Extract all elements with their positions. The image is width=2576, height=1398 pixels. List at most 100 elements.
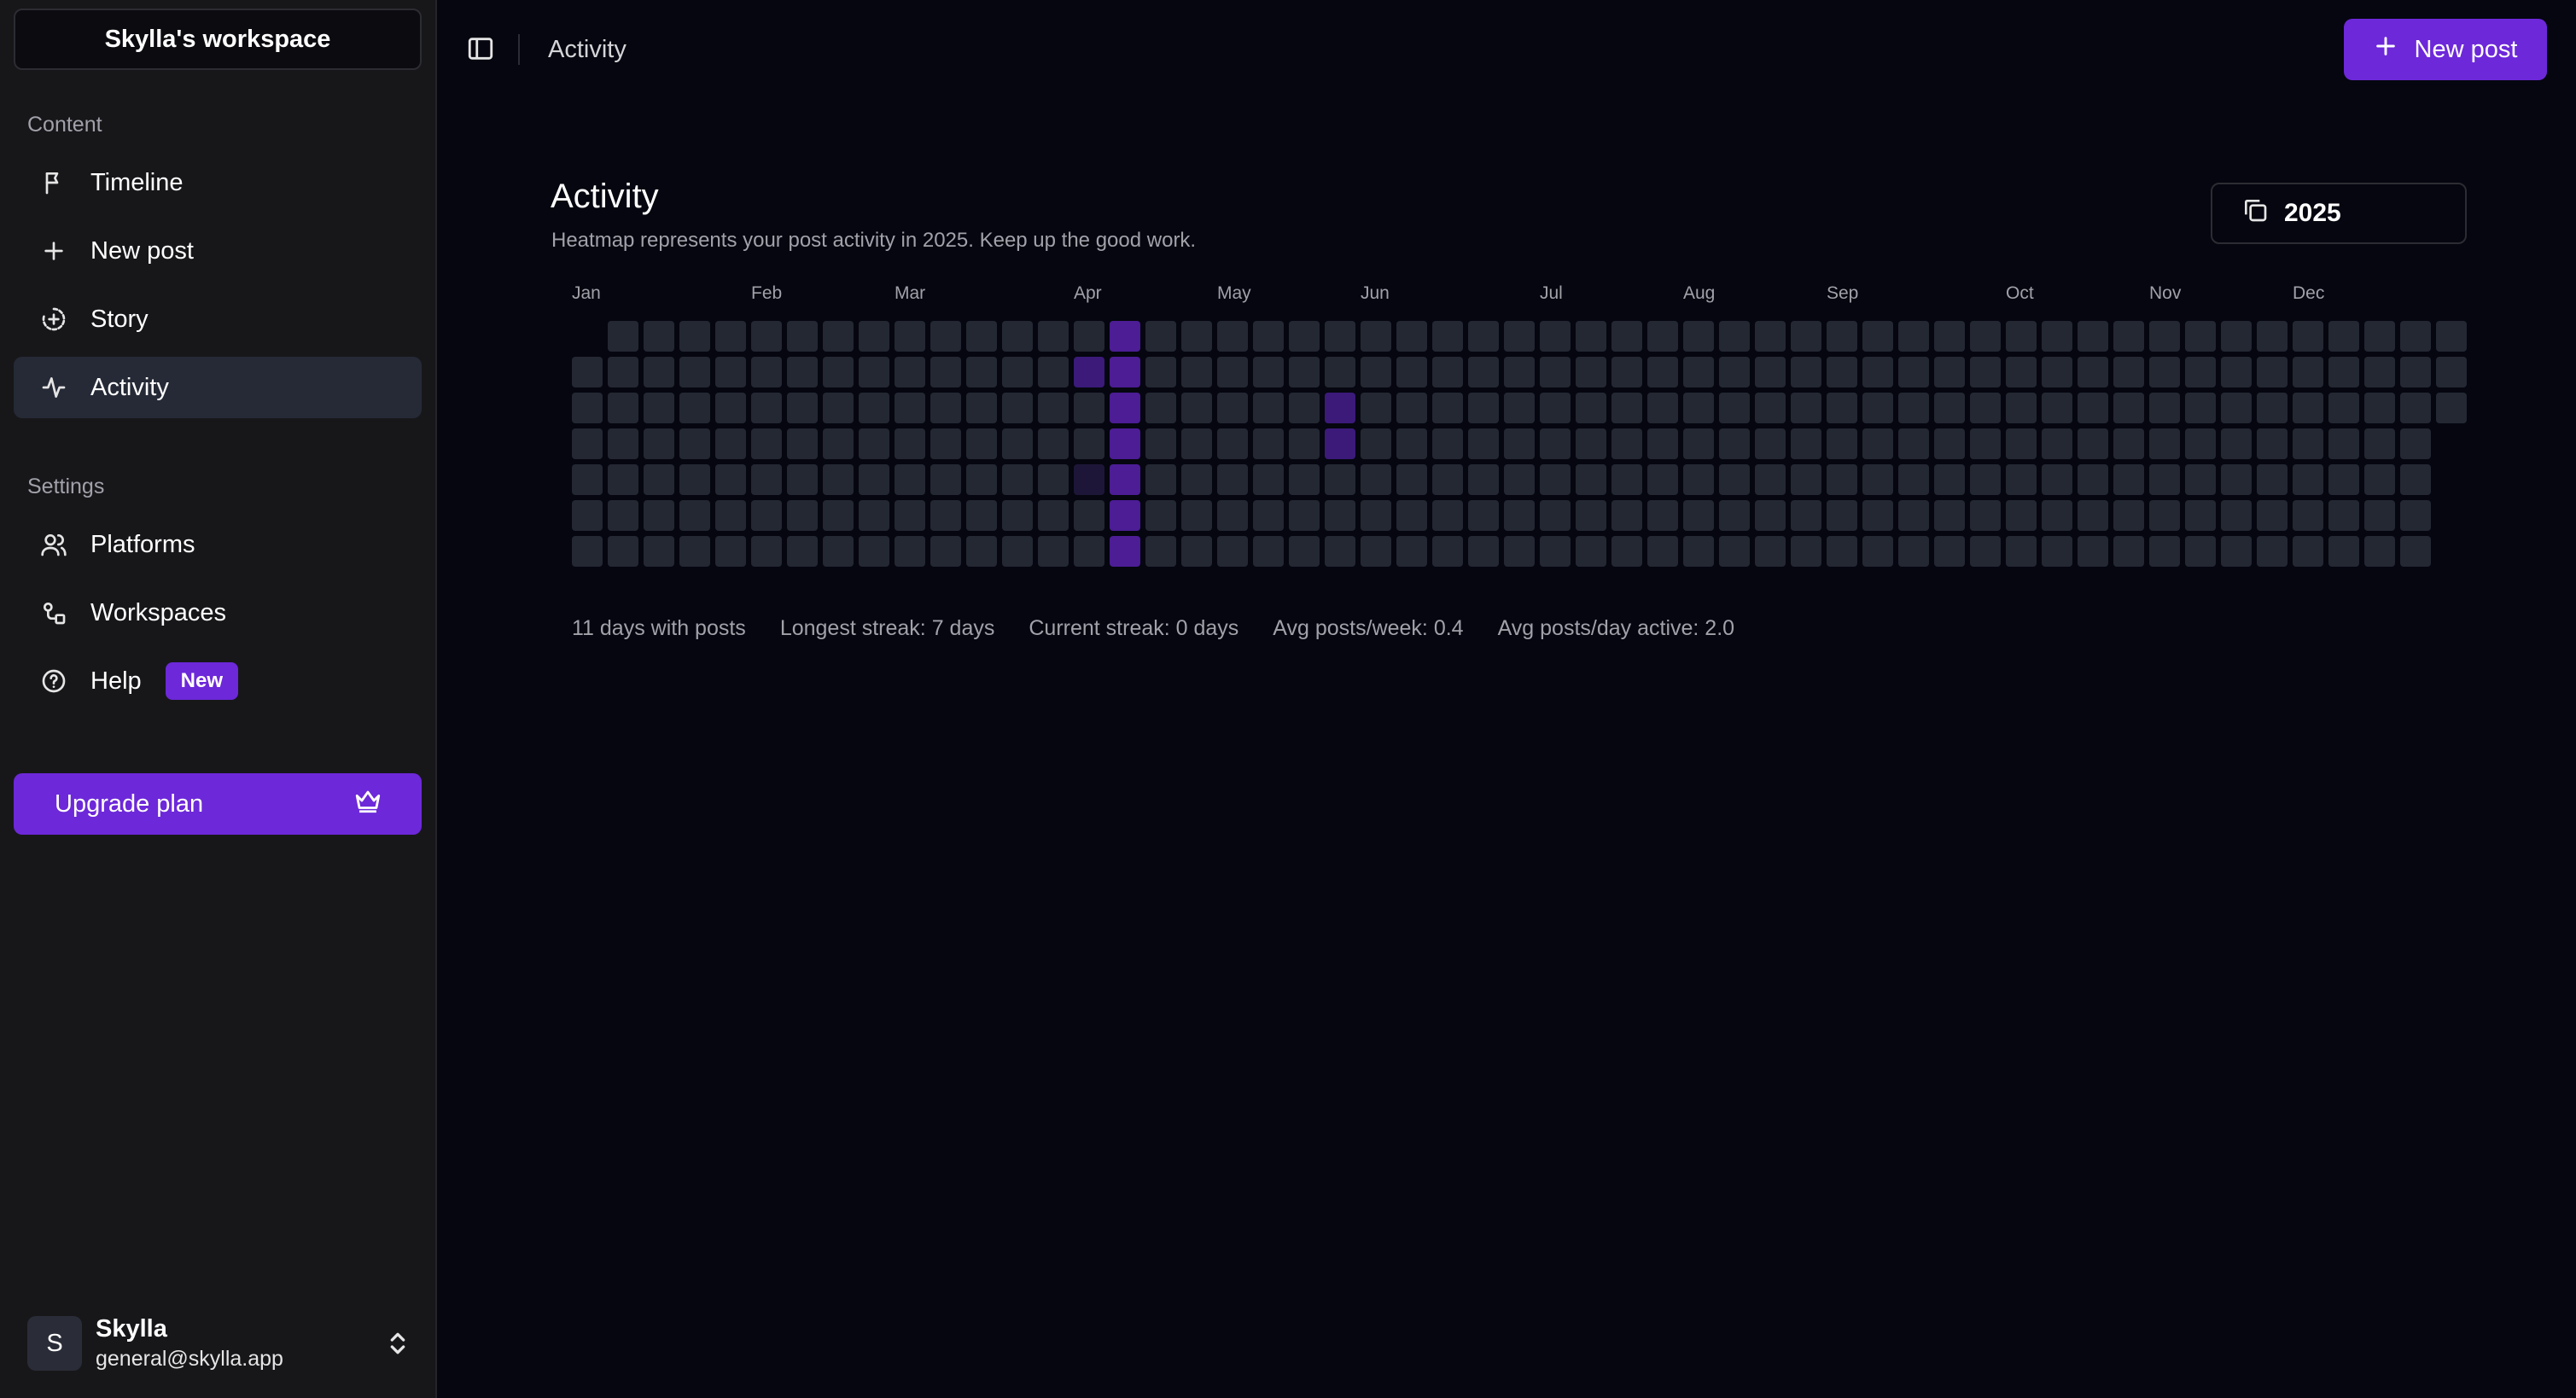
heatmap-cell[interactable]: [2400, 464, 2431, 495]
heatmap-cell[interactable]: [644, 357, 674, 387]
heatmap-cell[interactable]: [1396, 321, 1427, 352]
heatmap-cell[interactable]: [787, 393, 818, 423]
heatmap-cell[interactable]: [1468, 428, 1499, 459]
heatmap-cell[interactable]: [1647, 393, 1678, 423]
heatmap-cell[interactable]: [1683, 500, 1714, 531]
heatmap-cell[interactable]: [1110, 536, 1140, 567]
heatmap-cell[interactable]: [608, 428, 638, 459]
heatmap-cell[interactable]: [1289, 464, 1320, 495]
heatmap-cell[interactable]: [1253, 464, 1284, 495]
heatmap-cell[interactable]: [859, 393, 889, 423]
heatmap-cell[interactable]: [2221, 428, 2252, 459]
heatmap-cell[interactable]: [895, 500, 925, 531]
heatmap-cell[interactable]: [1325, 321, 1355, 352]
heatmap-cell[interactable]: [1755, 357, 1786, 387]
heatmap-cell[interactable]: [1217, 428, 1248, 459]
heatmap-cell[interactable]: [1361, 428, 1391, 459]
heatmap-cell[interactable]: [2042, 464, 2072, 495]
heatmap-cell[interactable]: [1468, 357, 1499, 387]
heatmap-cell[interactable]: [1110, 428, 1140, 459]
heatmap-cell[interactable]: [1898, 428, 1929, 459]
heatmap-cell[interactable]: [1504, 357, 1535, 387]
heatmap-cell[interactable]: [751, 536, 782, 567]
heatmap-cell[interactable]: [1611, 536, 1642, 567]
heatmap-cell[interactable]: [1934, 393, 1965, 423]
heatmap-cell[interactable]: [2042, 393, 2072, 423]
heatmap-cell[interactable]: [2078, 393, 2108, 423]
heatmap-cell[interactable]: [608, 536, 638, 567]
heatmap-cell[interactable]: [1647, 428, 1678, 459]
heatmap-cell[interactable]: [2006, 428, 2037, 459]
heatmap-cell[interactable]: [930, 428, 961, 459]
heatmap-cell[interactable]: [1791, 536, 1821, 567]
heatmap-cell[interactable]: [1827, 428, 1857, 459]
heatmap-cell[interactable]: [1038, 321, 1069, 352]
heatmap-cell[interactable]: [1576, 428, 1606, 459]
heatmap-cell[interactable]: [1432, 321, 1463, 352]
heatmap-cell[interactable]: [2042, 357, 2072, 387]
heatmap-cell[interactable]: [2078, 428, 2108, 459]
heatmap-cell[interactable]: [1540, 321, 1571, 352]
heatmap-cell[interactable]: [2185, 321, 2216, 352]
heatmap-cell[interactable]: [2293, 357, 2323, 387]
heatmap-cell[interactable]: [1611, 393, 1642, 423]
heatmap-cell[interactable]: [1862, 357, 1893, 387]
heatmap-cell[interactable]: [1540, 393, 1571, 423]
heatmap-cell[interactable]: [2078, 464, 2108, 495]
heatmap-cell[interactable]: [2293, 393, 2323, 423]
heatmap-cell[interactable]: [1002, 321, 1033, 352]
heatmap-cell[interactable]: [679, 428, 710, 459]
heatmap-cell[interactable]: [1253, 393, 1284, 423]
heatmap-cell[interactable]: [2113, 428, 2144, 459]
heatmap-cell[interactable]: [1504, 428, 1535, 459]
heatmap-cell[interactable]: [1217, 500, 1248, 531]
heatmap-cell[interactable]: [2257, 393, 2288, 423]
heatmap-cell[interactable]: [572, 393, 603, 423]
heatmap-cell[interactable]: [2185, 393, 2216, 423]
sidebar-item-help[interactable]: Help New: [14, 650, 422, 712]
sidebar-item-new-post[interactable]: New post: [14, 220, 422, 282]
heatmap-cell[interactable]: [1504, 464, 1535, 495]
heatmap-cell[interactable]: [1862, 393, 1893, 423]
heatmap-cell[interactable]: [2221, 464, 2252, 495]
heatmap-cell[interactable]: [2078, 536, 2108, 567]
heatmap-cell[interactable]: [608, 357, 638, 387]
heatmap-cell[interactable]: [644, 464, 674, 495]
heatmap-cell[interactable]: [1074, 321, 1104, 352]
heatmap-cell[interactable]: [1755, 500, 1786, 531]
sidebar-item-story[interactable]: Story: [14, 288, 422, 350]
heatmap-cell[interactable]: [2221, 357, 2252, 387]
heatmap-cell[interactable]: [1755, 536, 1786, 567]
heatmap-cell[interactable]: [1862, 500, 1893, 531]
heatmap-cell[interactable]: [572, 357, 603, 387]
heatmap-cell[interactable]: [1504, 393, 1535, 423]
heatmap-cell[interactable]: [2364, 464, 2395, 495]
heatmap-cell[interactable]: [2364, 357, 2395, 387]
heatmap-cell[interactable]: [1827, 393, 1857, 423]
heatmap-cell[interactable]: [1719, 500, 1750, 531]
heatmap-cell[interactable]: [1396, 464, 1427, 495]
heatmap-cell[interactable]: [930, 321, 961, 352]
heatmap-cell[interactable]: [1611, 464, 1642, 495]
heatmap-cell[interactable]: [1934, 536, 1965, 567]
heatmap-cell[interactable]: [2328, 393, 2359, 423]
heatmap-cell[interactable]: [2257, 428, 2288, 459]
heatmap-cell[interactable]: [572, 500, 603, 531]
heatmap-cell[interactable]: [930, 464, 961, 495]
heatmap-cell[interactable]: [823, 500, 854, 531]
new-post-button[interactable]: New post: [2344, 19, 2547, 80]
heatmap-cell[interactable]: [930, 500, 961, 531]
heatmap-cell[interactable]: [2185, 357, 2216, 387]
heatmap-cell[interactable]: [1110, 357, 1140, 387]
heatmap-cell[interactable]: [787, 357, 818, 387]
heatmap-cell[interactable]: [2006, 536, 2037, 567]
heatmap-cell[interactable]: [1145, 536, 1176, 567]
heatmap-cell[interactable]: [2293, 536, 2323, 567]
heatmap-cell[interactable]: [1325, 357, 1355, 387]
heatmap-cell[interactable]: [1074, 500, 1104, 531]
heatmap-cell[interactable]: [2113, 500, 2144, 531]
heatmap-cell[interactable]: [715, 321, 746, 352]
heatmap-cell[interactable]: [930, 536, 961, 567]
heatmap-cell[interactable]: [823, 536, 854, 567]
heatmap-cell[interactable]: [1432, 393, 1463, 423]
